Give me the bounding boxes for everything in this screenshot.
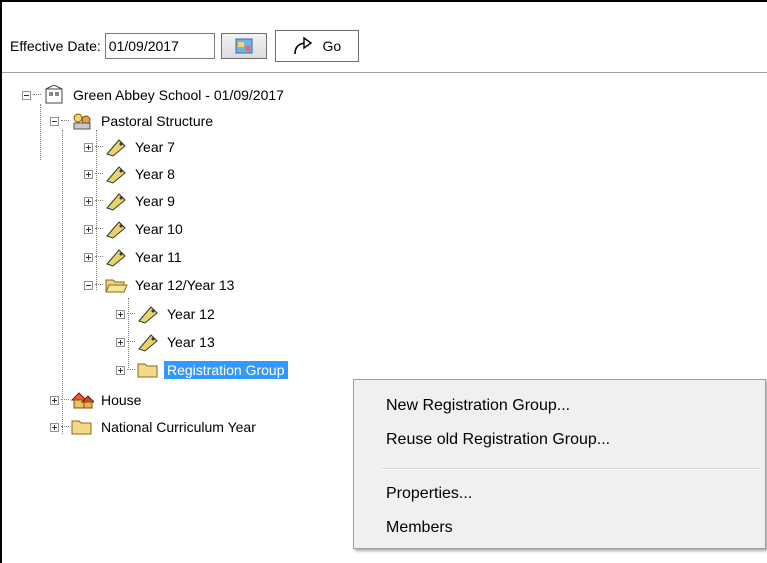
tree-node-year8[interactable]: Year 8 — [84, 163, 178, 185]
expand-toggle[interactable] — [84, 224, 93, 234]
expand-toggle[interactable] — [116, 365, 125, 375]
tree-node-house[interactable]: House — [50, 389, 144, 411]
tree-node-label: Year 10 — [135, 221, 183, 237]
folder-icon — [136, 360, 160, 380]
tree-line — [40, 104, 42, 160]
expand-toggle[interactable] — [84, 142, 93, 152]
tree-node-label-selected: Registration Group — [164, 361, 288, 379]
pastoral-structure-icon — [70, 111, 94, 131]
tree-node-label: Year 12 — [167, 306, 215, 322]
menu-separator — [382, 468, 759, 470]
tree-node-label: National Curriculum Year — [101, 419, 256, 435]
tree-node-label: Year 8 — [135, 166, 175, 182]
menu-item-reuse-registration-group[interactable]: Reuse old Registration Group... — [386, 426, 756, 454]
collapse-toggle[interactable] — [84, 280, 93, 290]
tree-node-national-curriculum[interactable]: National Curriculum Year — [50, 416, 259, 438]
year-tag-icon — [136, 304, 160, 324]
year-tag-icon — [104, 164, 128, 184]
expand-toggle[interactable] — [50, 422, 59, 432]
year-tag-icon — [136, 332, 160, 352]
expand-toggle[interactable] — [116, 337, 125, 347]
tree-node-year11[interactable]: Year 11 — [84, 246, 185, 268]
tree-node-label: Green Abbey School - 01/09/2017 — [73, 87, 284, 103]
expand-toggle[interactable] — [116, 309, 125, 319]
calendar-button[interactable] — [220, 33, 267, 59]
tree-node-root[interactable]: Green Abbey School - 01/09/2017 — [22, 84, 287, 106]
effective-date-label: Effective Date: — [10, 38, 101, 54]
menu-item-new-registration-group[interactable]: New Registration Group... — [386, 392, 756, 420]
year-tag-icon — [104, 137, 128, 157]
calendar-icon — [235, 38, 253, 54]
tree-node-label: Year 7 — [135, 139, 175, 155]
year-tag-icon — [104, 219, 128, 239]
go-button-label: Go — [322, 38, 342, 54]
year-tag-icon — [104, 247, 128, 267]
expand-toggle[interactable] — [50, 395, 59, 405]
tree-node-year12-13[interactable]: Year 12/Year 13 — [84, 274, 237, 296]
tree-node-year12[interactable]: Year 12 — [116, 303, 218, 325]
year-tag-icon — [104, 191, 128, 211]
collapse-toggle[interactable] — [22, 90, 31, 100]
go-button[interactable]: Go — [274, 30, 359, 62]
expand-toggle[interactable] — [84, 252, 93, 262]
tree-node-label: Year 11 — [135, 249, 182, 265]
tree-node-pastoral[interactable]: Pastoral Structure — [50, 110, 216, 132]
school-icon — [42, 85, 66, 105]
toolbar-separator — [2, 72, 767, 73]
menu-item-members[interactable]: Members — [386, 514, 756, 542]
tree-node-label: Pastoral Structure — [101, 113, 214, 129]
house-icon — [70, 390, 94, 410]
tree-node-year13[interactable]: Year 13 — [116, 331, 218, 353]
toolbar: Effective Date: Go — [10, 26, 359, 66]
tree-node-label: Year 12/Year 13 — [135, 277, 235, 293]
tree-node-label: Year 13 — [167, 334, 215, 350]
tree-node-label: Year 9 — [135, 193, 175, 209]
tree-node-label: House — [101, 392, 142, 408]
tree-node-year9[interactable]: Year 9 — [84, 190, 178, 212]
arrow-redo-icon — [294, 36, 313, 55]
tree-node-registration-group[interactable]: Registration Group — [116, 359, 288, 381]
folder-icon — [70, 417, 94, 437]
tree-node-year7[interactable]: Year 7 — [84, 136, 178, 158]
tree-node-year10[interactable]: Year 10 — [84, 218, 186, 240]
expand-toggle[interactable] — [84, 169, 93, 179]
expand-toggle[interactable] — [84, 196, 93, 206]
effective-date-input[interactable] — [104, 33, 215, 59]
context-menu: New Registration Group... Reuse old Regi… — [353, 379, 766, 549]
collapse-toggle[interactable] — [50, 116, 59, 126]
menu-item-properties[interactable]: Properties... — [386, 480, 756, 508]
open-folder-icon — [104, 275, 128, 295]
